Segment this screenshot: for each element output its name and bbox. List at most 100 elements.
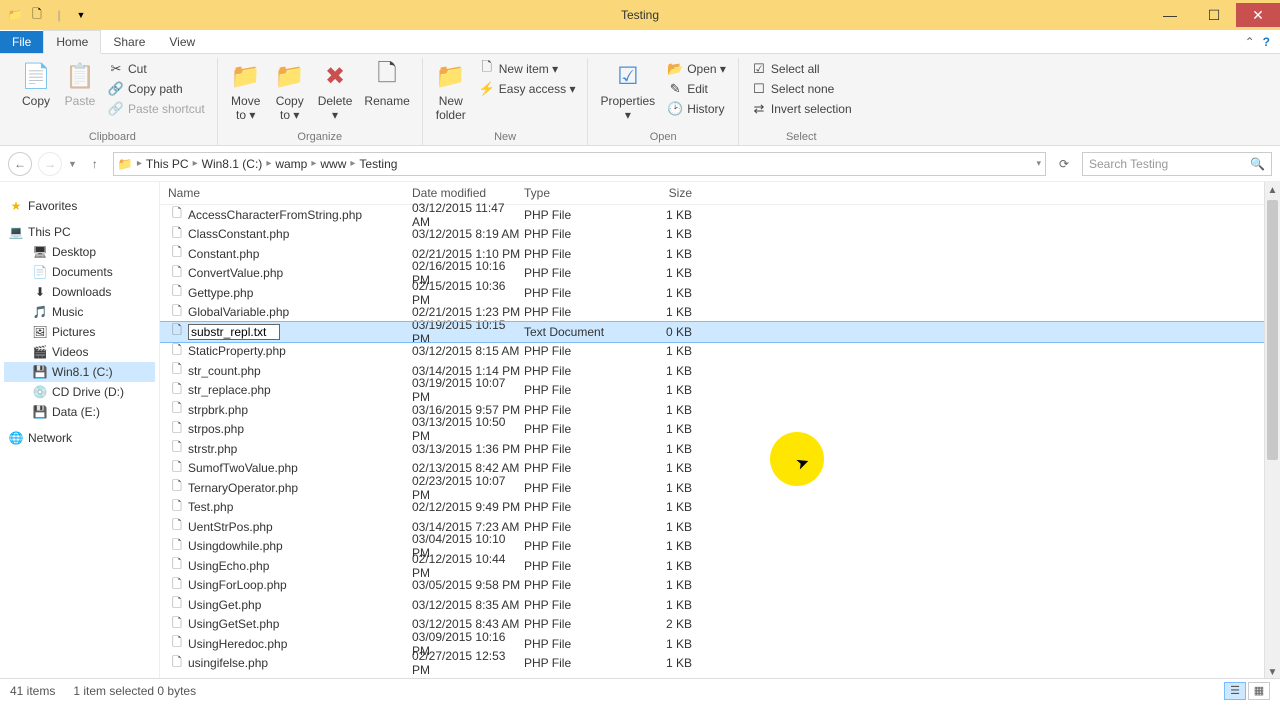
invert-selection-button[interactable]: ⇄Invert selection [749, 100, 854, 118]
file-row[interactable]: 🗋strpbrk.php03/16/2015 9:57 PMPHP File1 … [160, 400, 1280, 420]
network-node[interactable]: 🌐Network [4, 428, 155, 448]
scroll-up-icon[interactable]: ▲ [1265, 182, 1280, 198]
file-row[interactable]: 🗋ConvertValue.php02/16/2015 10:16 PMPHP … [160, 264, 1280, 284]
refresh-button[interactable]: ⟳ [1052, 152, 1076, 176]
rename-input[interactable] [188, 324, 280, 340]
file-row[interactable]: 🗋UsingGetSet.php03/12/2015 8:43 AMPHP Fi… [160, 615, 1280, 635]
file-row[interactable]: 🗋Constant.php02/21/2015 1:10 PMPHP File1… [160, 244, 1280, 264]
nav-item[interactable]: 🖥Desktop [4, 242, 155, 262]
file-row[interactable]: 🗋AccessCharacterFromString.php03/12/2015… [160, 205, 1280, 225]
paste-button[interactable]: 📋 Paste [58, 58, 102, 110]
forward-button[interactable]: → [38, 152, 62, 176]
open-button[interactable]: 📂Open ▾ [665, 60, 728, 78]
status-bar: 41 items 1 item selected 0 bytes ☰ ▦ [0, 678, 1280, 702]
nav-item[interactable]: 🎬Videos [4, 342, 155, 362]
easy-access-button[interactable]: ⚡Easy access ▾ [477, 80, 578, 98]
crumb-this-pc[interactable]: This PC [146, 157, 189, 171]
file-row[interactable]: 🗋SumofTwoValue.php02/13/2015 8:42 AMPHP … [160, 459, 1280, 479]
file-row[interactable]: 🗋StaticProperty.php03/12/2015 8:15 AMPHP… [160, 342, 1280, 362]
search-input[interactable] [1089, 157, 1250, 171]
file-row[interactable]: 🗋str_count.php03/14/2015 1:14 PMPHP File… [160, 361, 1280, 381]
this-pc-node[interactable]: 💻This PC [4, 222, 155, 242]
icons-view-button[interactable]: ▦ [1248, 682, 1270, 700]
copy-path-button[interactable]: 🔗Copy path [106, 80, 207, 98]
file-size: 1 KB [640, 461, 700, 475]
select-all-button[interactable]: ☑Select all [749, 60, 854, 78]
search-box[interactable]: 🔍 [1082, 152, 1272, 176]
history-icon: 🕑 [667, 101, 683, 117]
file-row[interactable]: 🗋UsingHeredoc.php03/09/2015 10:16 PMPHP … [160, 634, 1280, 654]
address-dropdown-icon[interactable]: ▾ [1036, 158, 1041, 169]
nav-item[interactable]: 🖼Pictures [4, 322, 155, 342]
file-row[interactable]: 🗋Gettype.php02/15/2015 10:36 PMPHP File1… [160, 283, 1280, 303]
file-tab[interactable]: File [0, 31, 43, 53]
file-row[interactable]: 🗋strpos.php03/13/2015 10:50 PMPHP File1 … [160, 420, 1280, 440]
new-folder-button[interactable]: 📁New folder [429, 58, 473, 124]
properties-icon[interactable]: 🗋 [28, 6, 46, 24]
file-icon: 🗋 [168, 458, 186, 479]
delete-button[interactable]: ✖Delete ▾ [312, 58, 359, 124]
search-icon: 🔍 [1250, 157, 1265, 171]
file-row[interactable]: 🗋ClassConstant.php03/12/2015 8:19 AMPHP … [160, 225, 1280, 245]
file-size: 1 KB [640, 481, 700, 495]
file-row[interactable]: 🗋UsingGet.php03/12/2015 8:35 AMPHP File1… [160, 595, 1280, 615]
scrollbar[interactable]: ▲ ▼ [1264, 182, 1280, 680]
nav-item[interactable]: 💾Data (E:) [4, 402, 155, 422]
cut-button[interactable]: ✂Cut [106, 60, 207, 78]
select-none-button[interactable]: ☐Select none [749, 80, 854, 98]
file-row[interactable]: 🗋str_replace.php03/19/2015 10:07 PMPHP F… [160, 381, 1280, 401]
favorites-node[interactable]: ★Favorites [4, 196, 155, 216]
col-size[interactable]: Size [640, 186, 700, 200]
file-row[interactable]: 🗋UsingForLoop.php03/05/2015 9:58 PMPHP F… [160, 576, 1280, 596]
file-row[interactable]: 🗋03/19/2015 10:15 PMText Document0 KB [160, 322, 1280, 342]
file-row[interactable]: 🗋GlobalVariable.php02/21/2015 1:23 PMPHP… [160, 303, 1280, 323]
details-view-button[interactable]: ☰ [1224, 682, 1246, 700]
file-row[interactable]: 🗋usingifelse.php02/27/2015 12:53 PMPHP F… [160, 654, 1280, 674]
col-name[interactable]: Name [168, 186, 412, 200]
copy-to-button[interactable]: 📁Copy to ▾ [268, 58, 312, 124]
nav-item[interactable]: 🎵Music [4, 302, 155, 322]
home-tab[interactable]: Home [43, 30, 101, 54]
crumb-www[interactable]: www [320, 157, 346, 171]
copy-path-icon: 🔗 [108, 81, 124, 97]
edit-button[interactable]: ✎Edit [665, 80, 728, 98]
view-tab[interactable]: View [157, 31, 207, 53]
share-tab[interactable]: Share [101, 31, 157, 53]
col-type[interactable]: Type [524, 186, 640, 200]
nav-item[interactable]: 💿CD Drive (D:) [4, 382, 155, 402]
close-button[interactable]: ✕ [1236, 3, 1280, 27]
file-row[interactable]: 🗋UentStrPos.php03/14/2015 7:23 AMPHP Fil… [160, 517, 1280, 537]
crumb-testing[interactable]: Testing [359, 157, 397, 171]
nav-item[interactable]: ⬇Downloads [4, 282, 155, 302]
scroll-thumb[interactable] [1267, 200, 1278, 460]
copy-button[interactable]: 📄 Copy [14, 58, 58, 110]
new-item-button[interactable]: 🗋New item ▾ [477, 60, 578, 78]
file-row[interactable]: 🗋UsingEcho.php02/12/2015 10:44 PMPHP Fil… [160, 556, 1280, 576]
col-date[interactable]: Date modified [412, 186, 524, 200]
maximize-button[interactable]: ☐ [1192, 3, 1236, 27]
crumb-drive[interactable]: Win8.1 (C:) [202, 157, 263, 171]
paste-shortcut-button[interactable]: 🔗Paste shortcut [106, 100, 207, 118]
qat-dropdown-icon[interactable]: ▼ [72, 6, 90, 24]
file-row[interactable]: 🗋Test.php02/12/2015 9:49 PMPHP File1 KB [160, 498, 1280, 518]
crumb-wamp[interactable]: wamp [275, 157, 307, 171]
address-bar[interactable]: 📁 ▸ This PC▸ Win8.1 (C:)▸ wamp▸ www▸ Tes… [113, 152, 1046, 176]
properties-button[interactable]: ☑Properties ▾ [594, 58, 661, 124]
rename-button[interactable]: 🗋Rename [358, 58, 415, 110]
file-row[interactable]: 🗋TernaryOperator.php02/23/2015 10:07 PMP… [160, 478, 1280, 498]
move-to-button[interactable]: 📁Move to ▾ [224, 58, 268, 124]
history-button[interactable]: 🕑History [665, 100, 728, 118]
file-row[interactable]: 🗋Usingdowhile.php03/04/2015 10:10 PMPHP … [160, 537, 1280, 557]
up-button[interactable]: ↑ [83, 152, 107, 176]
file-size: 1 KB [640, 305, 700, 319]
file-size: 1 KB [640, 520, 700, 534]
minimize-button[interactable]: — [1148, 3, 1192, 27]
help-icon[interactable]: ? [1263, 35, 1270, 49]
nav-item[interactable]: 📄Documents [4, 262, 155, 282]
nav-item[interactable]: 💾Win8.1 (C:) [4, 362, 155, 382]
file-row[interactable]: 🗋strstr.php03/13/2015 1:36 PMPHP File1 K… [160, 439, 1280, 459]
file-icon: 🗋 [168, 438, 186, 459]
collapse-ribbon-icon[interactable]: ⌃ [1245, 35, 1255, 49]
back-button[interactable]: ← [8, 152, 32, 176]
recent-locations-button[interactable]: ▼ [68, 159, 77, 169]
